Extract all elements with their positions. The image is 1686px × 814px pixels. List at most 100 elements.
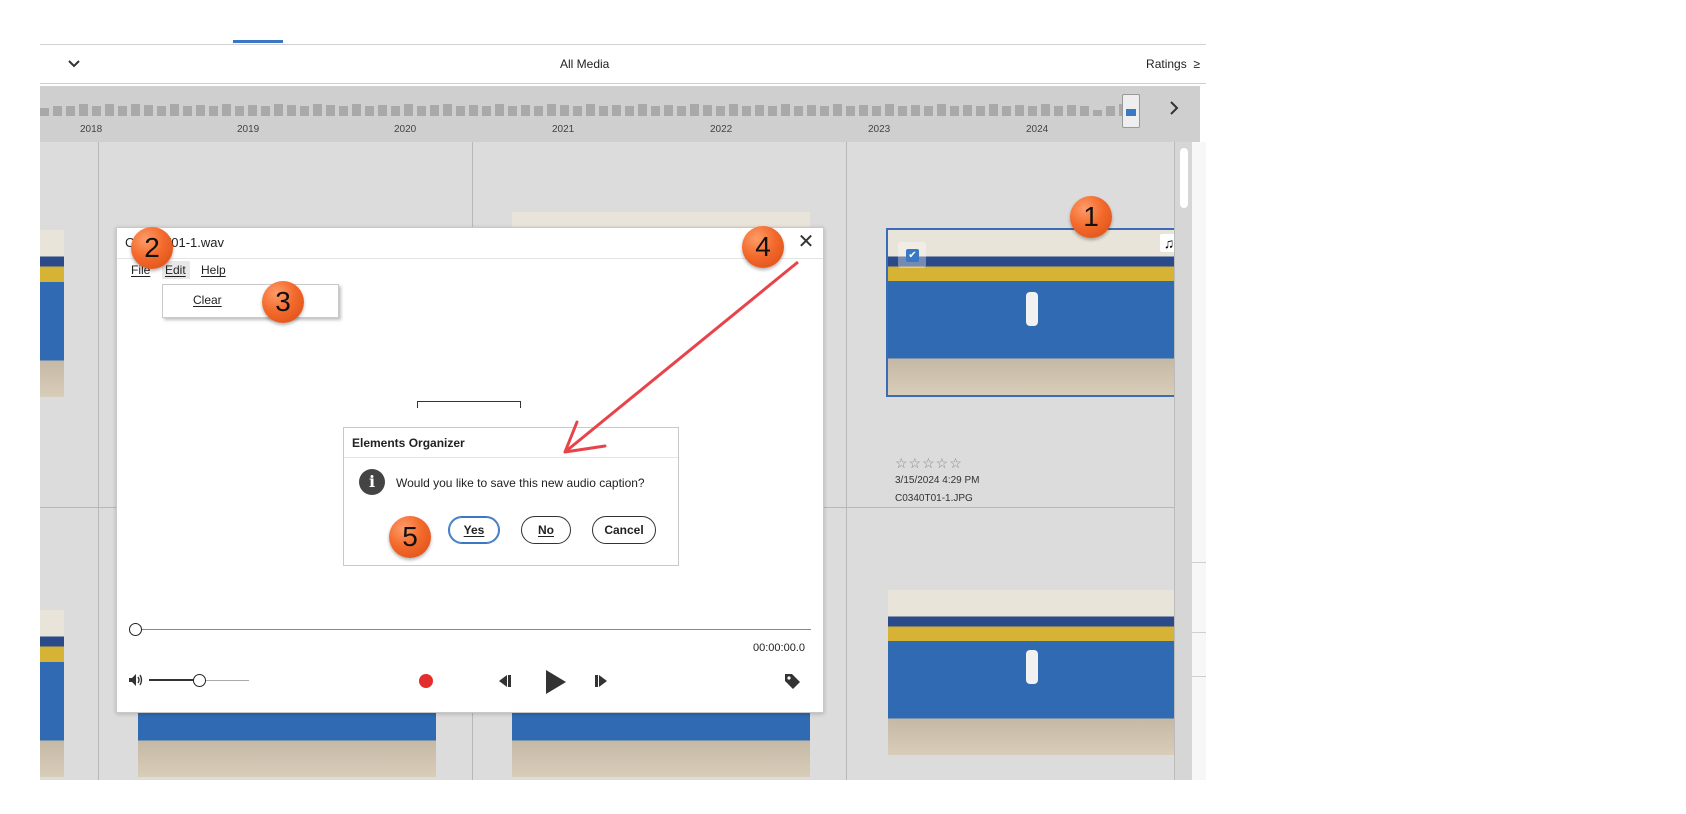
ratings-symbol: ≥ <box>1193 57 1200 71</box>
histogram-bar <box>599 106 608 116</box>
ratings-label: Ratings <box>1146 57 1187 71</box>
histogram-bar <box>1067 105 1076 116</box>
step-badge-4: 4 <box>742 226 784 268</box>
media-thumbnail[interactable] <box>40 610 64 777</box>
histogram-bar <box>235 106 244 116</box>
histogram-bar <box>768 106 777 116</box>
playback-knob[interactable] <box>129 623 142 636</box>
histogram-bar <box>859 105 868 116</box>
histogram-bar <box>157 106 166 116</box>
histogram-bar <box>92 106 101 116</box>
histogram-bar <box>482 106 491 116</box>
no-button[interactable]: No <box>521 516 571 544</box>
histogram-bar <box>963 105 972 116</box>
histogram-bar <box>872 106 881 116</box>
histogram-bar <box>560 105 569 116</box>
step-forward-icon[interactable] <box>593 673 611 689</box>
year-label: 2019 <box>237 124 260 135</box>
player-figure <box>1026 292 1038 326</box>
menu-item-clear[interactable]: Clear <box>193 293 222 307</box>
histogram-bar <box>378 105 387 116</box>
photo <box>40 230 64 397</box>
chevron-down-icon[interactable] <box>66 55 82 71</box>
grid-divider <box>98 142 99 780</box>
timeline-handle-marker <box>1126 109 1136 116</box>
timeline-histogram <box>40 100 1130 116</box>
chevron-right-icon[interactable] <box>1165 98 1183 118</box>
histogram-bar <box>339 106 348 116</box>
histogram-bar <box>729 104 738 116</box>
active-tab-indicator <box>233 40 283 43</box>
histogram-bar <box>937 104 946 116</box>
yes-button[interactable]: Yes <box>448 516 500 544</box>
histogram-bar <box>716 106 725 116</box>
year-label: 2024 <box>1026 124 1049 135</box>
cancel-button[interactable]: Cancel <box>592 516 656 544</box>
histogram-bar <box>443 104 452 116</box>
histogram-bar <box>417 106 426 116</box>
histogram-bar <box>1028 106 1037 116</box>
tag-icon[interactable] <box>783 672 801 690</box>
histogram-bar <box>911 105 920 116</box>
histogram-bar <box>742 106 751 116</box>
ratings-filter[interactable]: Ratings ≥ <box>1146 57 1200 71</box>
grid-divider <box>846 142 847 780</box>
waveform-frame <box>417 401 521 408</box>
histogram-bar <box>183 106 192 116</box>
histogram-bar <box>508 106 517 116</box>
histogram-bar <box>248 105 257 116</box>
volume-knob[interactable] <box>193 674 206 687</box>
histogram-bar <box>1080 106 1089 116</box>
right-panel-edge <box>1192 142 1206 780</box>
histogram-bar <box>1041 104 1050 116</box>
record-button[interactable] <box>419 674 433 688</box>
menu-edit[interactable]: Edit <box>165 263 186 277</box>
year-label: 2018 <box>80 124 103 135</box>
volume-icon[interactable] <box>127 672 145 688</box>
year-label: 2020 <box>394 124 417 135</box>
histogram-bar <box>300 106 309 116</box>
histogram-bar <box>469 105 478 116</box>
histogram-bar <box>456 106 465 116</box>
info-icon: i <box>359 469 385 495</box>
rating-stars[interactable]: ☆☆☆☆☆ <box>895 455 963 472</box>
close-icon[interactable]: ✕ <box>797 232 815 252</box>
media-thumbnail[interactable] <box>888 590 1184 755</box>
year-label: 2022 <box>710 124 733 135</box>
histogram-bar <box>755 105 764 116</box>
histogram-bar <box>612 105 621 116</box>
menu-help[interactable]: Help <box>201 263 226 277</box>
step-back-icon[interactable] <box>495 673 513 689</box>
divider <box>1192 676 1206 677</box>
select-checkbox[interactable]: ✔ <box>898 242 926 268</box>
histogram-bar <box>118 106 127 116</box>
histogram-bar <box>924 106 933 116</box>
histogram-bar <box>703 105 712 116</box>
histogram-bar <box>547 104 556 116</box>
histogram-bar <box>690 104 699 116</box>
histogram-bar <box>404 104 413 116</box>
playback-track[interactable] <box>135 629 811 630</box>
year-label: 2021 <box>552 124 575 135</box>
histogram-bar <box>53 106 62 116</box>
play-icon[interactable] <box>542 668 568 696</box>
histogram-bar <box>391 106 400 116</box>
histogram-bar <box>794 106 803 116</box>
histogram-bar <box>989 104 998 116</box>
histogram-bar <box>586 104 595 116</box>
histogram-bar <box>1106 106 1115 116</box>
media-thumbnail-selected[interactable]: ✔ ♫ <box>886 228 1186 397</box>
histogram-bar <box>521 105 530 116</box>
histogram-bar <box>1093 110 1102 116</box>
histogram-bar <box>287 105 296 116</box>
divider <box>1192 632 1206 633</box>
histogram-bar <box>950 106 959 116</box>
check-icon: ✔ <box>906 249 919 262</box>
scrollbar-thumb[interactable] <box>1180 148 1188 208</box>
timeline-bar[interactable]: 2018 2019 2020 2021 2022 2023 2024 <box>40 86 1200 143</box>
histogram-bar <box>79 104 88 116</box>
photo <box>888 590 1184 755</box>
timeline-handle[interactable] <box>1122 94 1140 128</box>
grid-scrollbar[interactable] <box>1174 142 1193 780</box>
media-thumbnail[interactable] <box>40 230 64 397</box>
